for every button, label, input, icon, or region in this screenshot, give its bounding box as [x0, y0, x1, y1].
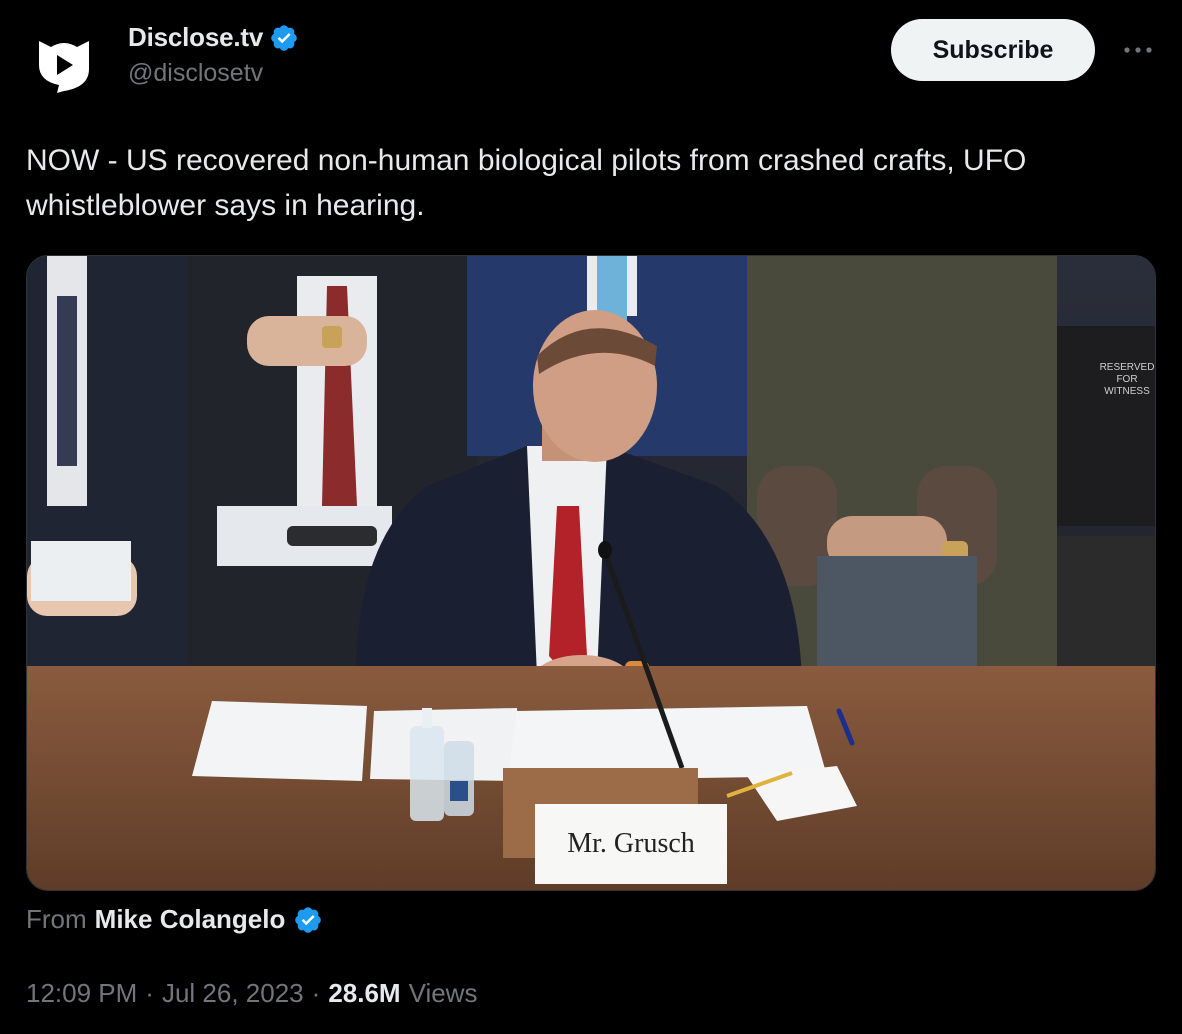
disclosetv-logo-icon: [39, 41, 89, 93]
author-info: Disclose.tv @disclosetv: [128, 22, 299, 88]
verified-badge-icon: [271, 24, 297, 51]
avatar[interactable]: [28, 28, 100, 100]
tweet-text: NOW - US recovered non-human biological …: [26, 144, 1027, 222]
tweet-time[interactable]: 12:09 PM: [26, 978, 137, 1009]
verified-badge-icon: [295, 906, 322, 933]
sign-line-3: WITNESS: [1104, 386, 1150, 397]
source-name[interactable]: Mike Colangelo: [95, 904, 286, 935]
meta-separator: ·: [311, 978, 321, 1008]
name-placard-text: Mr. Grusch: [567, 828, 695, 859]
more-options-icon[interactable]: [1118, 30, 1158, 70]
media-source: From Mike Colangelo: [26, 904, 323, 935]
sign-line-1: RESERVED: [1100, 362, 1155, 373]
sign-line-2: FOR: [1116, 374, 1137, 385]
microphone-head: [598, 541, 612, 559]
tweet-meta: 12:09 PM · Jul 26, 2023 · 28.6M Views: [26, 978, 477, 1009]
paper-1: [192, 701, 367, 781]
views-count: 28.6M: [328, 978, 401, 1008]
papers-left: [31, 541, 131, 601]
tweet-date[interactable]: Jul 26, 2023: [162, 978, 304, 1009]
author-handle[interactable]: @disclosetv: [128, 59, 299, 88]
chair-right: [1057, 536, 1155, 666]
subscribe-button[interactable]: Subscribe: [891, 19, 1095, 81]
reserved-for-witness-sign: RESERVED FOR WITNESS: [1057, 326, 1155, 526]
phone: [287, 526, 377, 546]
source-prefix: From: [26, 904, 87, 934]
name-placard: Mr. Grusch: [535, 804, 727, 884]
background-person-left: [27, 256, 192, 686]
author-display-name[interactable]: Disclose.tv: [128, 22, 263, 53]
tweet-media-video[interactable]: RESERVED FOR WITNESS Mr. Grusch: [26, 255, 1156, 891]
meta-separator: ·: [145, 978, 154, 1008]
views-label: Views: [408, 978, 478, 1008]
